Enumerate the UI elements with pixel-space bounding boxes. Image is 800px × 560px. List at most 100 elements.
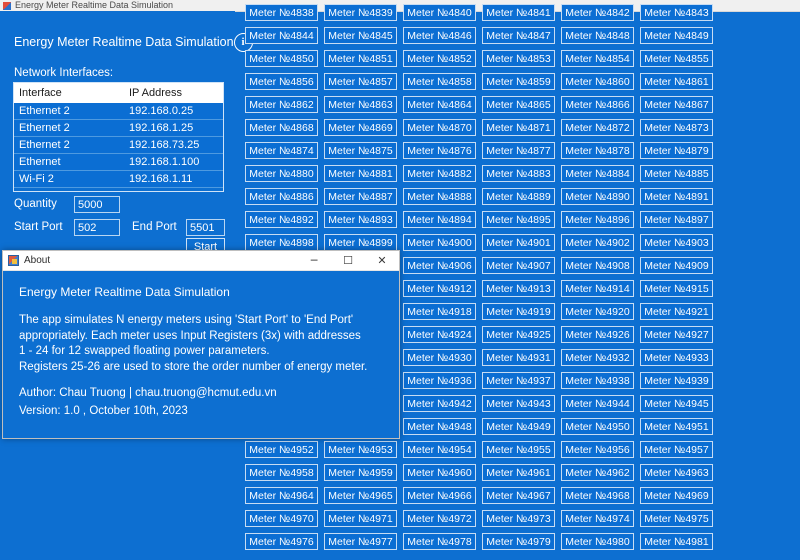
about-dialog-titlebar[interactable]: About ─ ☐ ✕ <box>3 251 399 271</box>
meter-item[interactable]: Meter №4970 <box>245 510 318 527</box>
meter-item[interactable]: Meter №4907 <box>482 257 555 274</box>
meter-item[interactable]: Meter №4960 <box>403 464 476 481</box>
minimize-button[interactable]: ─ <box>297 251 331 270</box>
meter-item[interactable]: Meter №4874 <box>245 142 318 159</box>
meter-item[interactable]: Meter №4932 <box>561 349 634 366</box>
meter-item[interactable]: Meter №4843 <box>640 4 713 21</box>
meter-item[interactable]: Meter №4948 <box>403 418 476 435</box>
meter-item[interactable]: Meter №4954 <box>403 441 476 458</box>
meter-item[interactable]: Meter №4912 <box>403 280 476 297</box>
table-row[interactable]: Wi-Fi 2 192.168.1.11 <box>14 171 223 188</box>
meter-item[interactable]: Meter №4877 <box>482 142 555 159</box>
meter-item[interactable]: Meter №4949 <box>482 418 555 435</box>
meter-item[interactable]: Meter №4913 <box>482 280 555 297</box>
meter-item[interactable]: Meter №4878 <box>561 142 634 159</box>
meter-item[interactable]: Meter №4974 <box>561 510 634 527</box>
meter-item[interactable]: Meter №4847 <box>482 27 555 44</box>
meter-item[interactable]: Meter №4933 <box>640 349 713 366</box>
meter-item[interactable]: Meter №4919 <box>482 303 555 320</box>
meter-item[interactable]: Meter №4899 <box>324 234 397 251</box>
meter-item[interactable]: Meter №4908 <box>561 257 634 274</box>
meter-item[interactable]: Meter №4881 <box>324 165 397 182</box>
meter-item[interactable]: Meter №4845 <box>324 27 397 44</box>
meter-item[interactable]: Meter №4857 <box>324 73 397 90</box>
meter-item[interactable]: Meter №4963 <box>640 464 713 481</box>
meter-item[interactable]: Meter №4971 <box>324 510 397 527</box>
meter-item[interactable]: Meter №4894 <box>403 211 476 228</box>
meter-item[interactable]: Meter №4875 <box>324 142 397 159</box>
network-interfaces-table[interactable]: Interface IP Address Ethernet 2 192.168.0… <box>13 82 224 192</box>
maximize-button[interactable]: ☐ <box>331 251 365 270</box>
meter-item[interactable]: Meter №4863 <box>324 96 397 113</box>
meter-item[interactable]: Meter №4864 <box>403 96 476 113</box>
meter-item[interactable]: Meter №4957 <box>640 441 713 458</box>
meter-item[interactable]: Meter №4898 <box>245 234 318 251</box>
meter-item[interactable]: Meter №4943 <box>482 395 555 412</box>
meter-item[interactable]: Meter №4958 <box>245 464 318 481</box>
meter-item[interactable]: Meter №4901 <box>482 234 555 251</box>
meter-item[interactable]: Meter №4975 <box>640 510 713 527</box>
meter-item[interactable]: Meter №4862 <box>245 96 318 113</box>
meter-item[interactable]: Meter №4882 <box>403 165 476 182</box>
meter-item[interactable]: Meter №4879 <box>640 142 713 159</box>
meter-item[interactable]: Meter №4858 <box>403 73 476 90</box>
meter-item[interactable]: Meter №4883 <box>482 165 555 182</box>
meter-item[interactable]: Meter №4978 <box>403 533 476 550</box>
meter-item[interactable]: Meter №4951 <box>640 418 713 435</box>
meter-item[interactable]: Meter №4886 <box>245 188 318 205</box>
meter-item[interactable]: Meter №4893 <box>324 211 397 228</box>
meter-item[interactable]: Meter №4981 <box>640 533 713 550</box>
meter-item[interactable]: Meter №4873 <box>640 119 713 136</box>
meter-item[interactable]: Meter №4955 <box>482 441 555 458</box>
meter-item[interactable]: Meter №4884 <box>561 165 634 182</box>
meter-item[interactable]: Meter №4945 <box>640 395 713 412</box>
meter-item[interactable]: Meter №4851 <box>324 50 397 67</box>
meter-item[interactable]: Meter №4980 <box>561 533 634 550</box>
meter-item[interactable]: Meter №4936 <box>403 372 476 389</box>
meter-item[interactable]: Meter №4856 <box>245 73 318 90</box>
meter-item[interactable]: Meter №4880 <box>245 165 318 182</box>
meter-item[interactable]: Meter №4944 <box>561 395 634 412</box>
meter-item[interactable]: Meter №4841 <box>482 4 555 21</box>
quantity-input[interactable] <box>74 196 120 213</box>
meter-item[interactable]: Meter №4962 <box>561 464 634 481</box>
meter-item[interactable]: Meter №4891 <box>640 188 713 205</box>
table-row[interactable]: Ethernet 192.168.1.100 <box>14 154 223 171</box>
meter-item[interactable]: Meter №4854 <box>561 50 634 67</box>
meter-item[interactable]: Meter №4889 <box>482 188 555 205</box>
meter-item[interactable]: Meter №4959 <box>324 464 397 481</box>
meter-item[interactable]: Meter №4900 <box>403 234 476 251</box>
meter-item[interactable]: Meter №4950 <box>561 418 634 435</box>
meter-item[interactable]: Meter №4964 <box>245 487 318 504</box>
meter-item[interactable]: Meter №4859 <box>482 73 555 90</box>
meter-item[interactable]: Meter №4888 <box>403 188 476 205</box>
meter-item[interactable]: Meter №4903 <box>640 234 713 251</box>
meter-item[interactable]: Meter №4906 <box>403 257 476 274</box>
meter-item[interactable]: Meter №4840 <box>403 4 476 21</box>
meter-item[interactable]: Meter №4839 <box>324 4 397 21</box>
meter-item[interactable]: Meter №4927 <box>640 326 713 343</box>
start-port-input[interactable] <box>74 219 120 236</box>
meter-item[interactable]: Meter №4924 <box>403 326 476 343</box>
meter-item[interactable]: Meter №4977 <box>324 533 397 550</box>
meter-item[interactable]: Meter №4926 <box>561 326 634 343</box>
meter-item[interactable]: Meter №4973 <box>482 510 555 527</box>
about-dialog[interactable]: About ─ ☐ ✕ Energy Meter Realtime Data S… <box>2 250 400 439</box>
meter-item[interactable]: Meter №4869 <box>324 119 397 136</box>
meter-item[interactable]: Meter №4842 <box>561 4 634 21</box>
table-row[interactable]: Ethernet 2 192.168.0.25 <box>14 103 223 120</box>
meter-item[interactable]: Meter №4865 <box>482 96 555 113</box>
meter-item[interactable]: Meter №4930 <box>403 349 476 366</box>
meter-item[interactable]: Meter №4952 <box>245 441 318 458</box>
meter-item[interactable]: Meter №4921 <box>640 303 713 320</box>
meter-item[interactable]: Meter №4938 <box>561 372 634 389</box>
meter-item[interactable]: Meter №4885 <box>640 165 713 182</box>
meter-item[interactable]: Meter №4872 <box>561 119 634 136</box>
meter-item[interactable]: Meter №4876 <box>403 142 476 159</box>
end-port-input[interactable] <box>186 219 225 236</box>
meter-item[interactable]: Meter №4976 <box>245 533 318 550</box>
meter-item[interactable]: Meter №4918 <box>403 303 476 320</box>
meter-item[interactable]: Meter №4939 <box>640 372 713 389</box>
meter-item[interactable]: Meter №4915 <box>640 280 713 297</box>
meter-item[interactable]: Meter №4937 <box>482 372 555 389</box>
